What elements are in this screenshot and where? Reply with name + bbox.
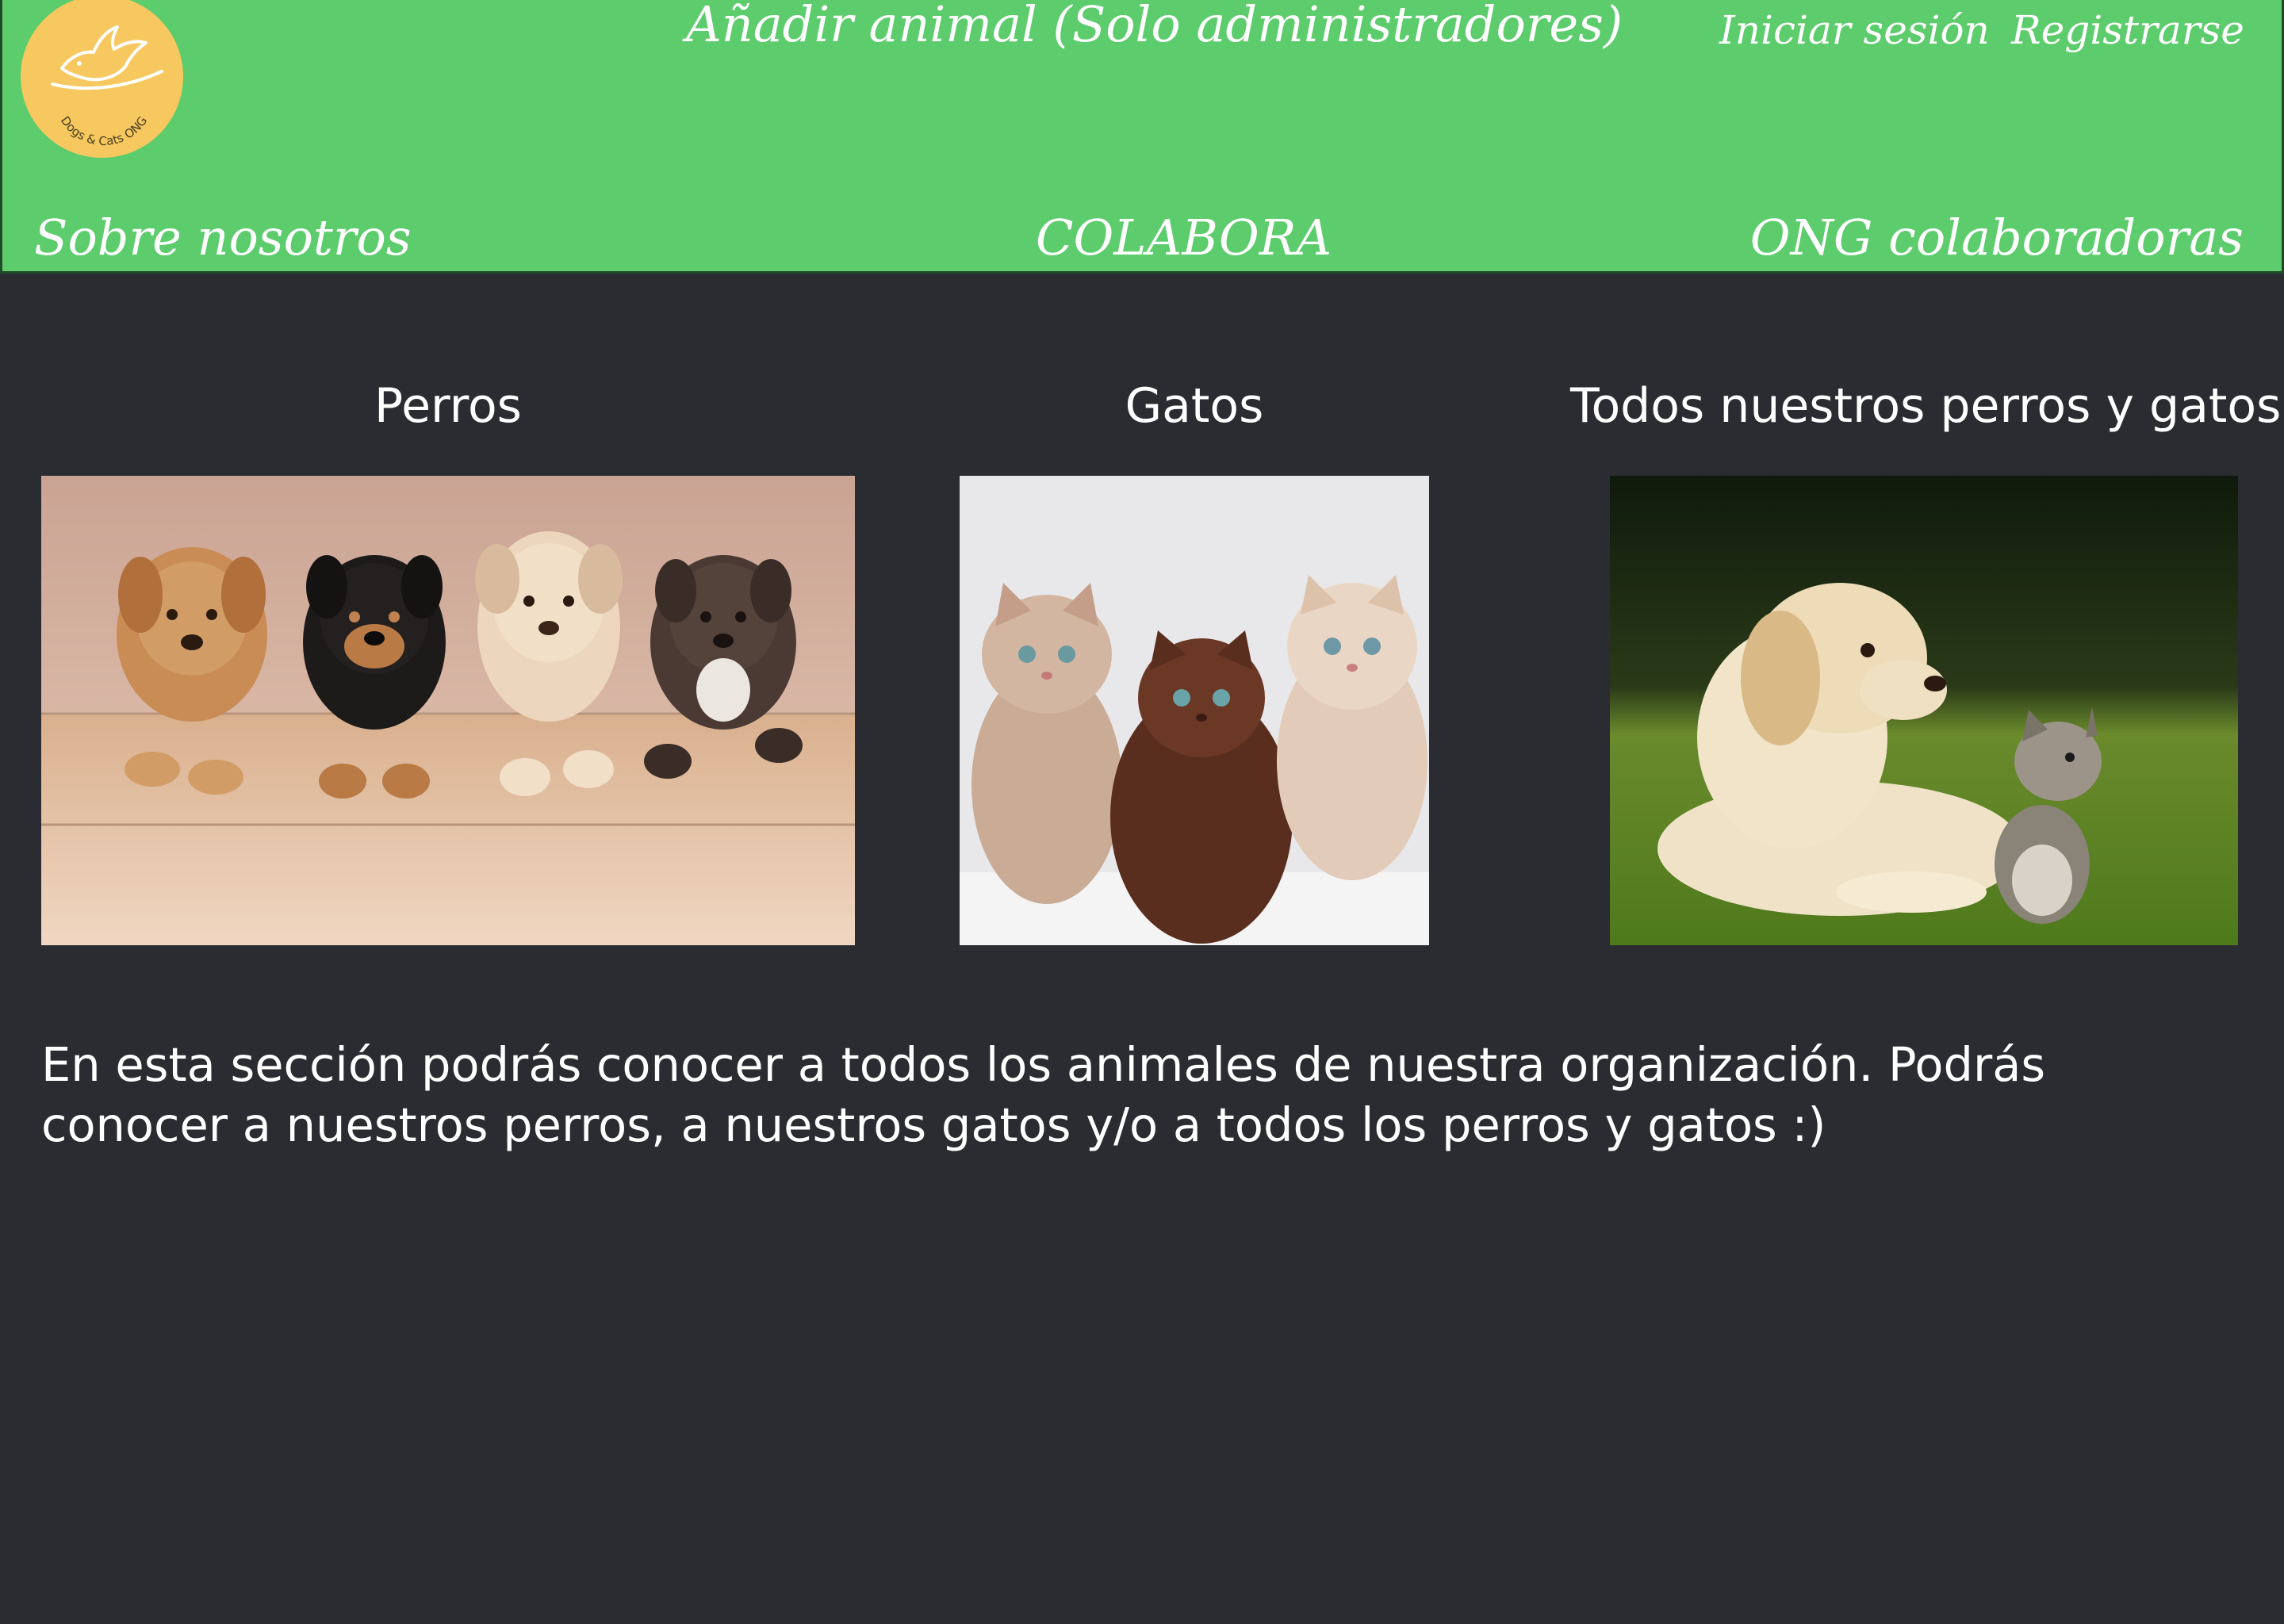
nav-ong-colaboradoras[interactable]: ONG colaboradoras [1750,208,2244,268]
ong-logo[interactable]: Dogs & Cats ONG [21,0,183,158]
dogs-image[interactable] [41,476,855,945]
dogs-title[interactable]: Perros [41,378,855,434]
nav-colabora[interactable]: COLABORA [1036,208,1332,268]
site-header: Dogs & Cats ONG Añadir animal (Solo admi… [0,0,2284,274]
all-animals-title[interactable]: Todos nuestros perros y gatos [1570,378,2281,434]
dog-and-cat-image[interactable] [1610,476,2238,945]
register-link[interactable]: Registrarse [2011,6,2244,54]
dove-icon: Dogs & Cats ONG [51,25,163,148]
logo-text: Dogs & Cats ONG [58,113,150,148]
nav-about-us[interactable]: Sobre nosotros [34,208,412,268]
cats-title[interactable]: Gatos [960,378,1429,434]
section-description: En esta sección podrás conocer a todos l… [41,1037,2046,1152]
cats-image[interactable] [960,476,1429,945]
add-animal-link[interactable]: Añadir animal (Solo administradores) [686,0,1623,52]
login-link[interactable]: Iniciar sesión [1719,6,1990,54]
